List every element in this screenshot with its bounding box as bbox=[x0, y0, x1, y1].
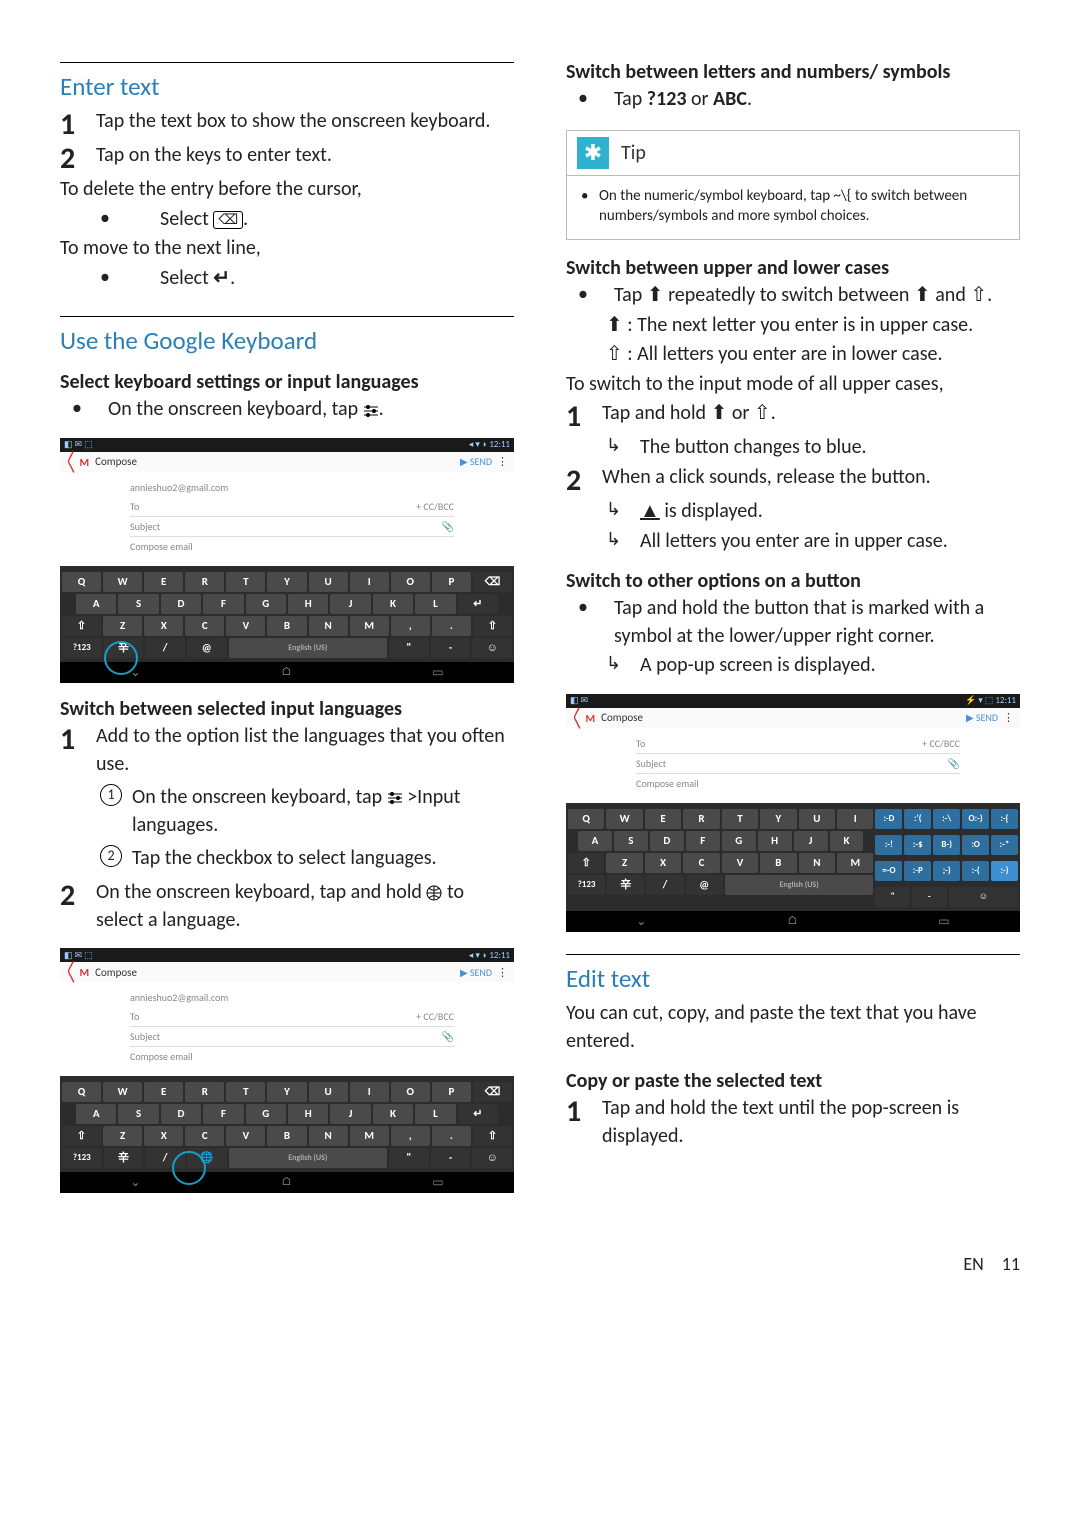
screenshot-keyboard-1: ◧ ✉ ⬚◂ ▾ ◗ 12:11 〱 M Compose ▶ SEND ⋮ an… bbox=[60, 438, 514, 683]
page-footer: EN 11 bbox=[0, 1247, 1080, 1293]
tip-box: ✱ Tip •On the numeric/symbol keyboard, t… bbox=[566, 130, 1020, 240]
backspace-icon: ⌫ bbox=[213, 211, 243, 229]
other-bullet: • Tap and hold the button that is marked… bbox=[566, 595, 1020, 650]
globe-icon bbox=[426, 885, 442, 901]
settings-slider-icon bbox=[363, 404, 379, 418]
switch-letters-bullet: • Tap ?123 or ABC. bbox=[566, 86, 1020, 114]
settings-slider-icon bbox=[387, 791, 403, 805]
case-step1: 1 Tap and hold ⬆ or ⇧. bbox=[566, 400, 1020, 432]
case-intro2: To switch to the input mode of all upper… bbox=[566, 371, 1020, 399]
subhead-switch-case: Switch between upper and lower cases bbox=[566, 256, 1020, 280]
case-bullet1: • Tap ⬆ repeatedly to switch between ⬆ a… bbox=[566, 282, 1020, 310]
shift-filled-icon: ⬆ bbox=[711, 401, 728, 425]
heading-edit-text: Edit text bbox=[566, 963, 1020, 994]
heading-enter-text: Enter text bbox=[60, 71, 514, 102]
enter-icon: ↵ bbox=[213, 266, 230, 290]
tip-icon: ✱ bbox=[577, 137, 609, 169]
step-1: 1 Tap the text box to show the onscreen … bbox=[60, 108, 514, 140]
case-step2-r2: ↳ All letters you enter are in upper cas… bbox=[606, 528, 1020, 556]
delete-bullet: • Select ⌫. bbox=[60, 206, 514, 234]
switch-lang-step1b: 2 Tap the checkbox to select languages. bbox=[100, 845, 514, 873]
delete-intro: To delete the entry before the cursor, bbox=[60, 176, 514, 204]
edit-text-intro: You can cut, copy, and paste the text th… bbox=[566, 1000, 1020, 1055]
nextline-intro: To move to the next line, bbox=[60, 235, 514, 263]
heading-google-keyboard: Use the Google Keyboard bbox=[60, 325, 514, 356]
screenshot-keyboard-3: ◧ ✉⚡ ▾ ⬚ 12:11 〱 M Compose ▶ SEND ⋮ To+ … bbox=[566, 694, 1020, 932]
case-step2-r1: ↳ ▲ is displayed. bbox=[606, 498, 1020, 526]
switch-lang-step1: 1 Add to the option list the languages t… bbox=[60, 723, 514, 778]
copy-step1: 1 Tap and hold the text until the pop-sc… bbox=[566, 1095, 1020, 1150]
subhead-select-settings: Select keyboard settings or input langua… bbox=[60, 370, 514, 394]
shift-underline-icon: ▲ bbox=[640, 499, 660, 523]
shift-outline-icon: ⇧ bbox=[754, 401, 771, 425]
shift-filled-icon: ⬆ bbox=[606, 313, 623, 337]
footer-page: 11 bbox=[1002, 1253, 1020, 1275]
subhead-switch-lang: Switch between selected input languages bbox=[60, 697, 514, 721]
case-line3: ⇧ : All letters you enter are in lower c… bbox=[566, 341, 1020, 369]
footer-lang: EN bbox=[963, 1253, 983, 1275]
switch-lang-step1a: 1 On the onscreen keyboard, tap >Input l… bbox=[100, 784, 514, 839]
nextline-bullet: • Select ↵. bbox=[60, 265, 514, 293]
subhead-switch-other: Switch to other options on a button bbox=[566, 569, 1020, 593]
select-settings-bullet: • On the onscreen keyboard, tap . bbox=[60, 396, 514, 424]
case-line2: ⬆ : The next letter you enter is in uppe… bbox=[566, 312, 1020, 340]
case-step2: 2 When a click sounds, release the butto… bbox=[566, 464, 1020, 496]
other-result: ↳ A pop-up screen is displayed. bbox=[606, 652, 1020, 680]
case-step1-result: ↳ The button changes to blue. bbox=[606, 434, 1020, 462]
subhead-switch-letters: Switch between letters and numbers/ symb… bbox=[566, 60, 1020, 84]
shift-outline-icon: ⇧ bbox=[970, 283, 987, 307]
shift-outline-icon: ⇧ bbox=[606, 342, 623, 366]
screenshot-keyboard-2: ◧ ✉ ⬚◂ ▾ ◗ 12:11 〱 M Compose ▶ SEND ⋮ an… bbox=[60, 948, 514, 1193]
switch-lang-step2: 2 On the onscreen keyboard, tap and hold… bbox=[60, 879, 514, 934]
step-2: 2 Tap on the keys to enter text. bbox=[60, 142, 514, 174]
shift-filled-icon: ⬆ bbox=[914, 283, 931, 307]
subhead-copy-paste: Copy or paste the selected text bbox=[566, 1069, 1020, 1093]
shift-filled-icon: ⬆ bbox=[647, 283, 664, 307]
